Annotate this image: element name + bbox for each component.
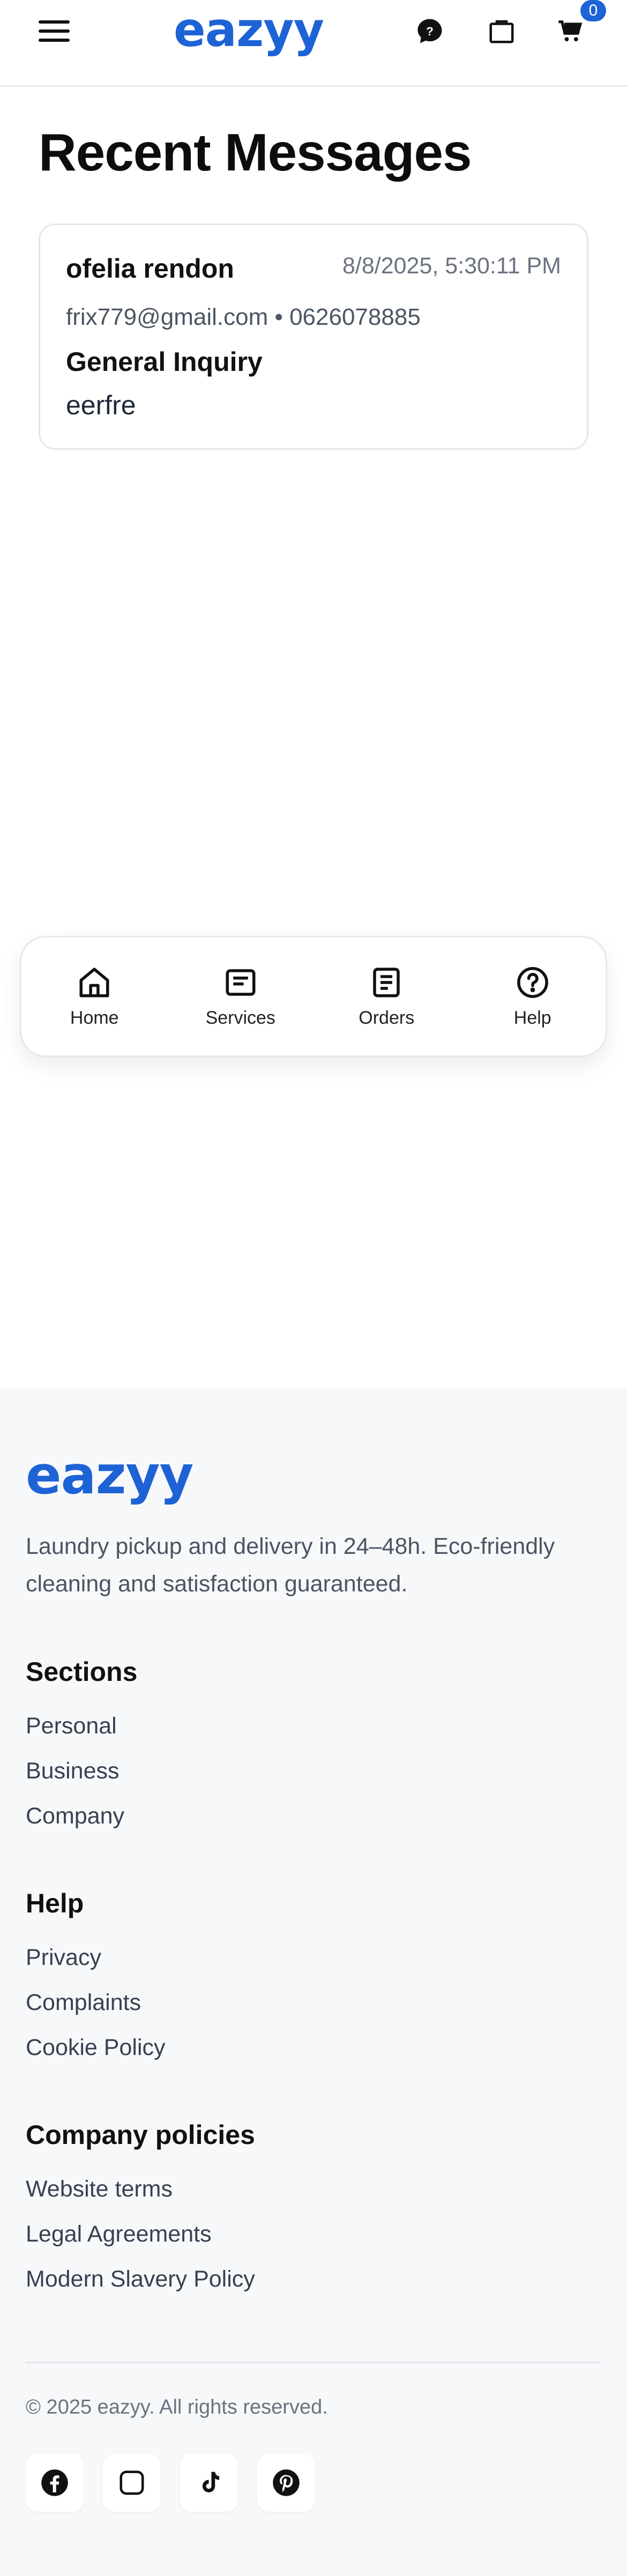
facebook-icon[interactable] bbox=[26, 2454, 84, 2512]
message-contact: frix779@gmail.com • 0626078885 bbox=[66, 304, 421, 330]
footer-heading-sections: Sections bbox=[26, 1657, 138, 1687]
message-card[interactable]: ofelia rendon 8/8/2025, 5:30:11 PM frix7… bbox=[39, 224, 588, 450]
footer-link-personal[interactable]: Personal bbox=[26, 1713, 117, 1739]
pinterest-icon[interactable] bbox=[257, 2454, 315, 2512]
footer-link-legal-agreements[interactable]: Legal Agreements bbox=[26, 2221, 212, 2247]
home-icon bbox=[79, 967, 109, 997]
footer-link-company[interactable]: Company bbox=[26, 1803, 124, 1829]
top-header: eazyy ? 0 bbox=[0, 0, 627, 87]
menu-icon[interactable] bbox=[39, 16, 74, 46]
nav-item-help[interactable]: Help bbox=[460, 937, 606, 1055]
tiktok-icon[interactable] bbox=[180, 2454, 238, 2512]
help-icon bbox=[517, 966, 548, 998]
message-subject: General Inquiry bbox=[66, 347, 263, 377]
message-body: eerfre bbox=[66, 390, 136, 420]
nav-label-home: Home bbox=[70, 1007, 119, 1028]
footer-logo[interactable]: eazyy bbox=[26, 1445, 193, 1506]
nav-label-help: Help bbox=[513, 1007, 551, 1028]
help-chat-icon[interactable]: ? bbox=[414, 15, 446, 47]
services-icon bbox=[226, 969, 256, 996]
page-title: Recent Messages bbox=[39, 123, 472, 182]
message-sender-name: ofelia rendon bbox=[66, 254, 234, 284]
cart-count-badge: 0 bbox=[580, 0, 606, 21]
nav-item-orders[interactable]: Orders bbox=[314, 937, 460, 1055]
nav-item-home[interactable]: Home bbox=[21, 937, 168, 1055]
footer-link-modern-slavery-policy[interactable]: Modern Slavery Policy bbox=[26, 2266, 255, 2292]
footer-link-business[interactable]: Business bbox=[26, 1758, 119, 1784]
footer-link-privacy[interactable]: Privacy bbox=[26, 1945, 101, 1971]
svg-text:?: ? bbox=[426, 25, 434, 38]
footer-divider bbox=[26, 2362, 601, 2363]
message-timestamp: 8/8/2025, 5:30:11 PM bbox=[342, 253, 561, 279]
bottom-navigation: Home Services Orders Help bbox=[20, 936, 607, 1057]
footer-heading-help: Help bbox=[26, 1888, 84, 1918]
nav-label-services: Services bbox=[205, 1007, 275, 1028]
logo-text: eazyy bbox=[174, 2, 324, 57]
instagram-icon[interactable] bbox=[103, 2454, 161, 2512]
nav-label-orders: Orders bbox=[359, 1007, 415, 1028]
cart-icon[interactable] bbox=[554, 15, 586, 47]
orders-icon bbox=[373, 967, 400, 997]
footer-copyright: © 2025 eazyy. All rights reserved. bbox=[26, 2396, 328, 2418]
bag-icon[interactable] bbox=[486, 15, 518, 47]
footer-link-complaints[interactable]: Complaints bbox=[26, 1990, 141, 2016]
nav-item-services[interactable]: Services bbox=[168, 937, 314, 1055]
footer-link-cookie-policy[interactable]: Cookie Policy bbox=[26, 2035, 166, 2061]
footer-link-website-terms[interactable]: Website terms bbox=[26, 2176, 173, 2202]
footer-tagline: Laundry pickup and delivery in 24–48h. E… bbox=[26, 1533, 555, 1597]
site-footer: eazyy Laundry pickup and delivery in 24–… bbox=[0, 1387, 627, 2576]
brand-logo[interactable]: eazyy bbox=[174, 3, 324, 57]
footer-heading-company-policies: Company policies bbox=[26, 2120, 255, 2150]
